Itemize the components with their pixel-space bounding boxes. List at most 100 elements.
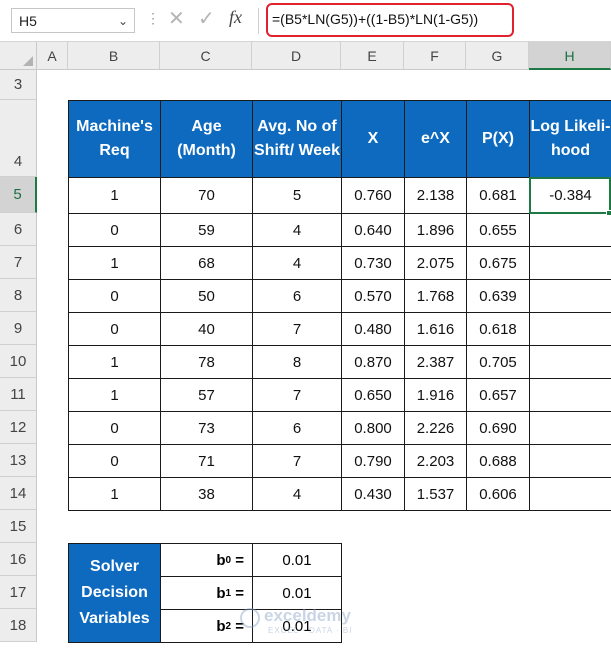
table-cell[interactable]: 0.480: [341, 312, 405, 346]
table-cell[interactable]: 2.138: [404, 177, 467, 214]
table-cell[interactable]: 0: [68, 312, 161, 346]
table-cell[interactable]: 68: [160, 246, 253, 280]
column-header-h[interactable]: H: [529, 42, 611, 70]
column-header-c[interactable]: C: [160, 42, 252, 70]
table-cell[interactable]: 38: [160, 477, 253, 511]
row-header-4[interactable]: 4: [0, 100, 37, 177]
table-cell[interactable]: 4: [252, 477, 342, 511]
table-cell[interactable]: 7: [252, 312, 342, 346]
table-cell[interactable]: 78: [160, 345, 253, 379]
enter-icon[interactable]: ✓: [198, 6, 215, 31]
table-cell[interactable]: 50: [160, 279, 253, 313]
column-header-b[interactable]: B: [68, 42, 160, 70]
insert-function-icon[interactable]: fx: [229, 7, 242, 28]
table-cell[interactable]: 4: [252, 246, 342, 280]
row-header-8[interactable]: 8: [0, 279, 37, 312]
table-cell[interactable]: 70: [160, 177, 253, 214]
table-cell[interactable]: 0.650: [341, 378, 405, 412]
table-cell[interactable]: [529, 444, 611, 478]
table-cell[interactable]: 0.870: [341, 345, 405, 379]
table-cell[interactable]: 0.570: [341, 279, 405, 313]
table-cell[interactable]: 0.730: [341, 246, 405, 280]
table-cell[interactable]: 6: [252, 411, 342, 445]
table-cell[interactable]: 73: [160, 411, 253, 445]
table-cell[interactable]: 40: [160, 312, 253, 346]
cancel-icon[interactable]: ✕: [168, 6, 185, 31]
table-cell[interactable]: 0.618: [466, 312, 530, 346]
table-cell[interactable]: 0.430: [341, 477, 405, 511]
table-cell[interactable]: [529, 279, 611, 313]
table-cell[interactable]: 0: [68, 411, 161, 445]
table-cell[interactable]: 0.790: [341, 444, 405, 478]
table-cell[interactable]: 1.896: [404, 213, 467, 247]
table-cell[interactable]: 0.606: [466, 477, 530, 511]
table-cell[interactable]: 1: [68, 177, 161, 214]
table-cell[interactable]: [529, 477, 611, 511]
table-cell[interactable]: 1.916: [404, 378, 467, 412]
row-header-15[interactable]: 15: [0, 510, 37, 543]
table-cell[interactable]: 7: [252, 444, 342, 478]
table-cell[interactable]: 1: [68, 477, 161, 511]
table-cell[interactable]: [529, 312, 611, 346]
table-cell[interactable]: 5: [252, 177, 342, 214]
column-header-e[interactable]: E: [341, 42, 404, 70]
table-cell[interactable]: 0: [68, 213, 161, 247]
row-header-11[interactable]: 11: [0, 378, 37, 411]
table-cell[interactable]: 6: [252, 279, 342, 313]
table-cell[interactable]: 4: [252, 213, 342, 247]
table-cell[interactable]: [529, 411, 611, 445]
table-cell[interactable]: 0: [68, 279, 161, 313]
row-header-14[interactable]: 14: [0, 477, 37, 510]
table-cell[interactable]: 2.203: [404, 444, 467, 478]
table-cell[interactable]: 0.640: [341, 213, 405, 247]
table-cell[interactable]: 0.657: [466, 378, 530, 412]
table-cell[interactable]: 0.655: [466, 213, 530, 247]
table-cell[interactable]: 0.675: [466, 246, 530, 280]
table-cell[interactable]: 1.537: [404, 477, 467, 511]
table-cell[interactable]: 1: [68, 378, 161, 412]
fill-handle[interactable]: [606, 210, 611, 216]
table-cell[interactable]: 2.226: [404, 411, 467, 445]
table-cell[interactable]: [529, 378, 611, 412]
table-cell[interactable]: 2.075: [404, 246, 467, 280]
row-header-17[interactable]: 17: [0, 576, 37, 609]
table-cell[interactable]: [529, 345, 611, 379]
row-header-18[interactable]: 18: [0, 609, 37, 642]
table-cell[interactable]: [529, 246, 611, 280]
row-header-7[interactable]: 7: [0, 246, 37, 279]
table-cell[interactable]: 1: [68, 345, 161, 379]
table-cell[interactable]: 59: [160, 213, 253, 247]
table-cell[interactable]: 0.705: [466, 345, 530, 379]
row-header-5[interactable]: 5: [0, 177, 37, 213]
table-cell[interactable]: 0.800: [341, 411, 405, 445]
table-cell[interactable]: 57: [160, 378, 253, 412]
row-header-3[interactable]: 3: [0, 70, 37, 100]
formula-input[interactable]: =(B5*LN(G5))+((1-B5)*LN(1-G5)): [272, 11, 478, 27]
table-cell[interactable]: 1.768: [404, 279, 467, 313]
table-cell[interactable]: 1: [68, 246, 161, 280]
table-cell[interactable]: 0.760: [341, 177, 405, 214]
name-box[interactable]: H5 ⌄: [11, 8, 135, 33]
column-header-f[interactable]: F: [404, 42, 466, 70]
solver-variable-value[interactable]: 0.01: [252, 543, 342, 577]
table-cell[interactable]: 2.387: [404, 345, 467, 379]
table-cell[interactable]: 1.616: [404, 312, 467, 346]
row-header-12[interactable]: 12: [0, 411, 37, 444]
chevron-down-icon[interactable]: ⌄: [118, 14, 128, 28]
column-header-d[interactable]: D: [252, 42, 341, 70]
table-cell[interactable]: 0.681: [466, 177, 530, 214]
table-cell[interactable]: 0.690: [466, 411, 530, 445]
row-header-10[interactable]: 10: [0, 345, 37, 378]
table-cell[interactable]: [529, 213, 611, 247]
select-all-corner[interactable]: [0, 42, 37, 70]
table-cell[interactable]: 7: [252, 378, 342, 412]
table-cell[interactable]: 0: [68, 444, 161, 478]
column-header-g[interactable]: G: [466, 42, 529, 70]
row-header-16[interactable]: 16: [0, 543, 37, 576]
table-cell[interactable]: 0.639: [466, 279, 530, 313]
row-header-6[interactable]: 6: [0, 213, 37, 246]
column-header-a[interactable]: A: [37, 42, 68, 70]
table-cell[interactable]: 0.688: [466, 444, 530, 478]
table-cell[interactable]: 71: [160, 444, 253, 478]
row-header-9[interactable]: 9: [0, 312, 37, 345]
